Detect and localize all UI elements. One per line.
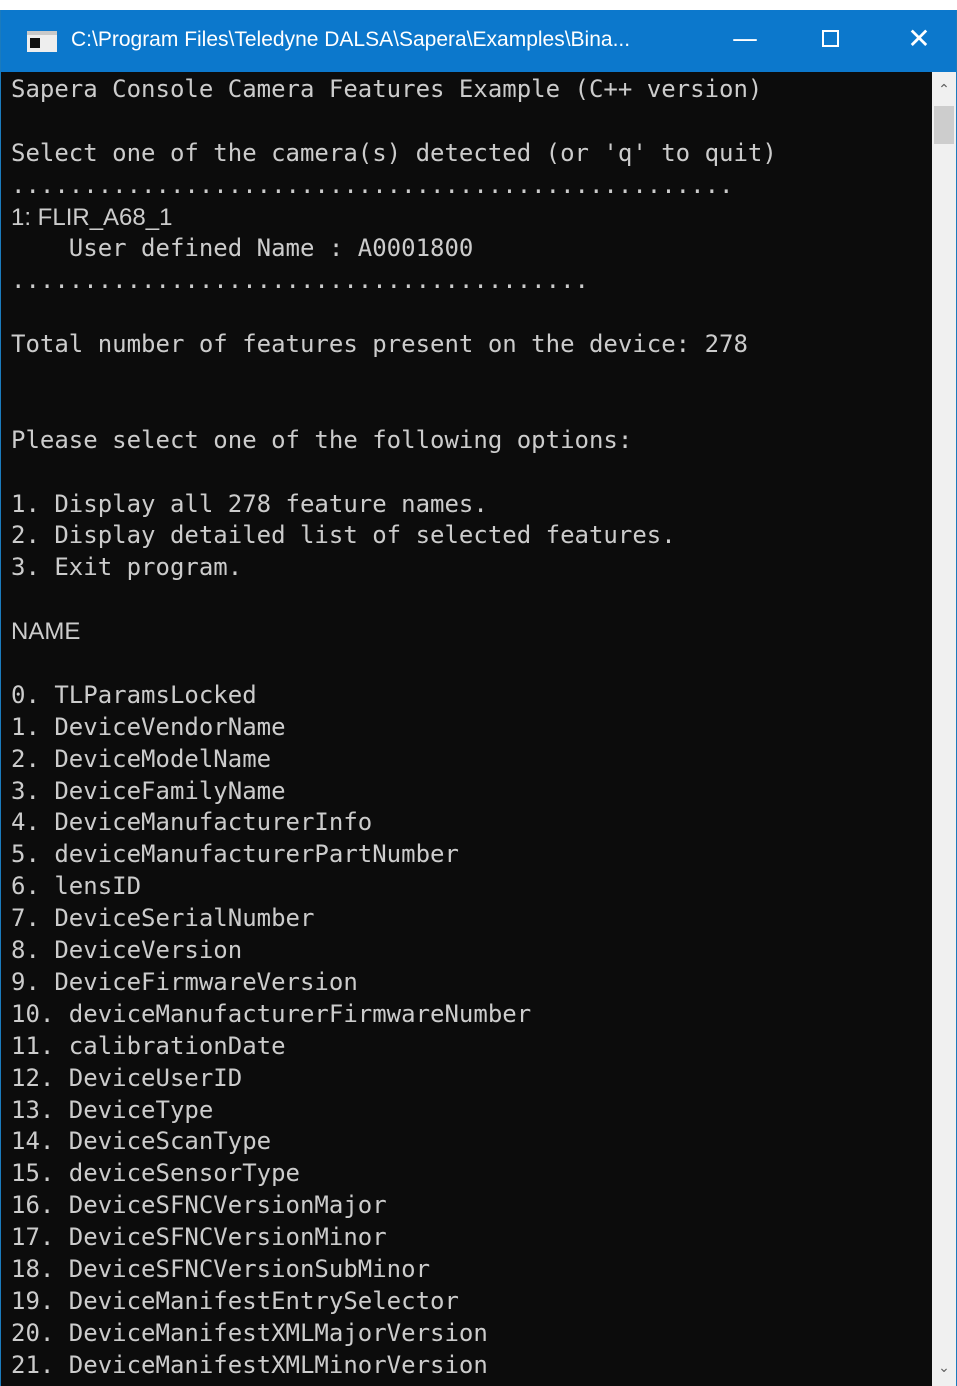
title-bar[interactable]: C:\Program Files\Teledyne DALSA\Sapera\E…: [1, 10, 956, 72]
console-line: 0. TLParamsLocked: [11, 680, 257, 709]
console-line: Select one of the camera(s) detected (or…: [11, 138, 777, 167]
console-line: ........................................: [11, 266, 589, 295]
console-line: 20. DeviceManifestXMLMajorVersion: [11, 1318, 488, 1347]
console-line: 14. DeviceScanType: [11, 1127, 272, 1156]
maximize-button[interactable]: [798, 10, 862, 72]
console-line: User defined Name : A0001800: [11, 234, 474, 263]
console-line: 9. DeviceFirmwareVersion: [11, 967, 358, 996]
console-line: Sapera Console Camera Features Example (…: [11, 75, 763, 103]
console-line: 1. Display all 278 feature names.: [11, 489, 488, 518]
maximize-icon: [821, 29, 839, 47]
console-line: 1. DeviceVendorName: [11, 712, 286, 741]
minimize-button[interactable]: —: [713, 10, 777, 72]
console-window: C:\Program Files\Teledyne DALSA\Sapera\E…: [0, 10, 957, 1386]
console-line: 16. DeviceSFNCVersionMajor: [11, 1191, 387, 1220]
console-line: 7. DeviceSerialNumber: [11, 904, 315, 933]
console-line: 19. DeviceManifestEntrySelector: [11, 1286, 459, 1315]
close-button[interactable]: ✕: [887, 10, 951, 72]
console-line: NAME: [11, 618, 81, 646]
console-line: 2. Display detailed list of selected fea…: [11, 521, 676, 550]
console-line: 4. DeviceManufacturerInfo: [11, 808, 373, 837]
console-line: 1: FLIR_A68_1: [11, 203, 173, 231]
console-line: ........................................…: [11, 170, 734, 199]
console-line: 10. deviceManufacturerFirmwareNumber: [11, 999, 532, 1028]
console-line: 17. DeviceSFNCVersionMinor: [11, 1223, 387, 1252]
console-line: 2. DeviceModelName: [11, 744, 272, 773]
console-line: 11. calibrationDate: [11, 1031, 286, 1060]
console-line: 8. DeviceVersion: [11, 936, 243, 965]
scroll-thumb[interactable]: [934, 106, 954, 144]
console-line: Total number of features present on the …: [11, 330, 748, 359]
console-line: 6. lensID: [11, 872, 142, 901]
console-line: 15. deviceSensorType: [11, 1159, 300, 1188]
console-line: 21. DeviceManifestXMLMinorVersion: [11, 1350, 488, 1379]
console-line: 3. DeviceFamilyName: [11, 776, 286, 805]
console-window-icon[interactable]: [27, 31, 57, 52]
console-line: 18. DeviceSFNCVersionSubMinor: [11, 1254, 431, 1283]
console-line: 12. DeviceUserID: [11, 1063, 243, 1092]
scroll-down-arrow-icon[interactable]: ⌄: [932, 1354, 956, 1382]
console-output[interactable]: Sapera Console Camera Features Example (…: [11, 74, 931, 1386]
vertical-scrollbar[interactable]: ⌃ ⌄: [932, 72, 956, 1386]
console-line: Please select one of the following optio…: [11, 425, 633, 454]
window-title: C:\Program Files\Teledyne DALSA\Sapera\E…: [71, 28, 631, 51]
console-line: 5. deviceManufacturerPartNumber: [11, 840, 459, 869]
scroll-up-arrow-icon[interactable]: ⌃: [932, 76, 956, 104]
console-line: 3. Exit program.: [11, 553, 243, 582]
console-line: 13. DeviceType: [11, 1095, 214, 1124]
